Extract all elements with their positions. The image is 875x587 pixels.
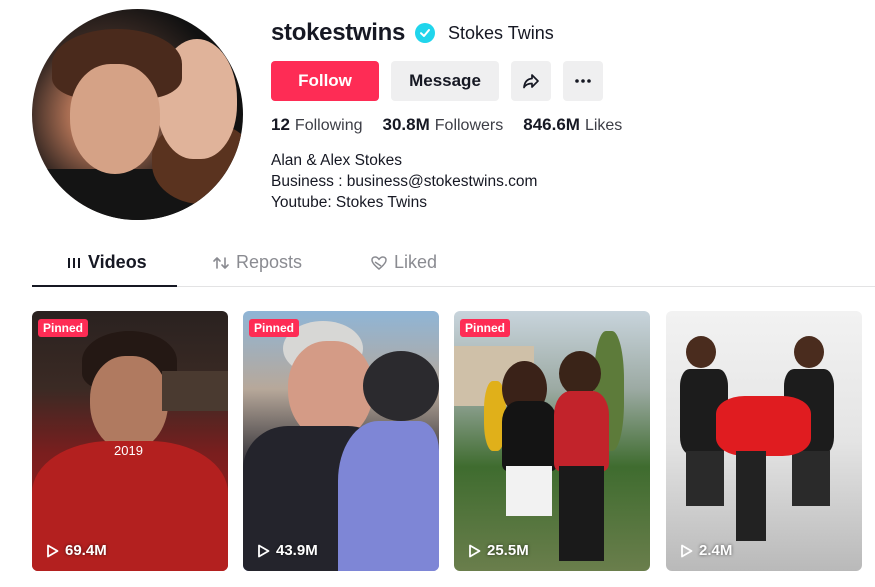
display-name: Stokes Twins (448, 23, 554, 43)
following-stat[interactable]: 12 Following (271, 115, 363, 135)
more-button[interactable] (563, 61, 603, 101)
tab-liked[interactable]: Liked (370, 252, 437, 273)
video-card[interactable]: Pinned 25.5M (454, 311, 650, 571)
profile-bio: Alan & Alex Stokes Business : business@s… (271, 150, 537, 213)
pinned-badge: Pinned (38, 319, 89, 337)
grid-icon (68, 257, 80, 268)
play-icon (681, 544, 693, 557)
more-dots-icon (575, 79, 591, 83)
video-overlay-text: 2019 (114, 443, 143, 458)
check-badge-icon (415, 23, 435, 43)
message-button[interactable]: Message (391, 61, 499, 101)
bio-line: Alan & Alex Stokes (271, 152, 402, 169)
play-count: 25.5M (468, 542, 529, 559)
share-arrow-icon (523, 74, 539, 89)
play-icon (469, 544, 481, 557)
follow-button[interactable]: Follow (271, 61, 379, 101)
active-tab-indicator (32, 285, 177, 287)
pinned-badge: Pinned (460, 319, 511, 337)
username: stokestwins (271, 19, 406, 46)
play-icon (47, 544, 59, 557)
tab-reposts[interactable]: Reposts (212, 252, 302, 273)
bio-line: Business : business@stokestwins.com (271, 173, 538, 190)
play-icon (258, 544, 270, 557)
video-card[interactable]: Pinned 2019 69.4M (32, 311, 228, 571)
tab-videos[interactable]: Videos (66, 252, 147, 273)
share-button[interactable] (511, 61, 551, 101)
video-card[interactable]: Pinned 43.9M (243, 311, 439, 571)
profile-stats: 12 Following 30.8M Followers 846.6M Likes (271, 115, 622, 135)
bio-line: Youtube: Stokes Twins (271, 194, 427, 211)
play-count: 2.4M (680, 542, 732, 559)
heart-slash-icon (371, 255, 387, 270)
profile-tabs: Videos Reposts Liked (32, 248, 875, 287)
followers-stat[interactable]: 30.8M Followers (383, 115, 504, 135)
play-count: 69.4M (46, 542, 107, 559)
video-card[interactable]: 2.4M (666, 311, 862, 571)
likes-stat: 846.6M Likes (523, 115, 623, 134)
profile-avatar[interactable] (32, 9, 243, 220)
play-count: 43.9M (257, 542, 318, 559)
pinned-badge: Pinned (249, 319, 300, 337)
repost-icon (213, 256, 229, 269)
